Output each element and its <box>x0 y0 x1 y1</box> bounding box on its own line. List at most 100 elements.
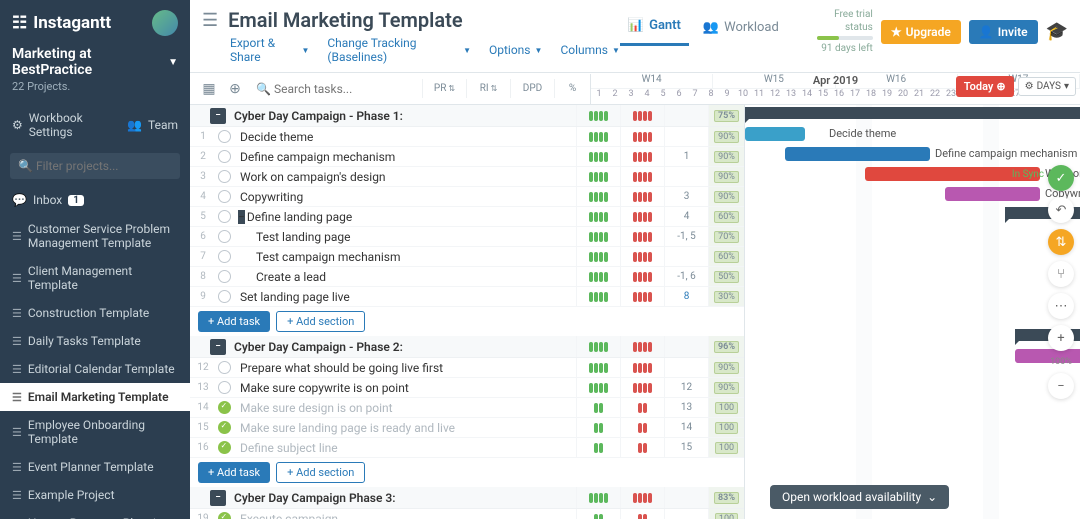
task-row[interactable]: 15Make sure landing page is ready and li… <box>190 418 744 438</box>
sidebar-item-project[interactable]: ☰Client Management Template <box>0 257 190 299</box>
sidebar-item-project[interactable]: ☰Employee Onboarding Template <box>0 411 190 453</box>
task-checkbox[interactable] <box>216 270 232 283</box>
task-row[interactable]: 12Prepare what should be going live firs… <box>190 358 744 378</box>
task-name: Make sure copywrite is on point <box>238 381 576 395</box>
task-name: Prepare what should be going live first <box>238 361 576 375</box>
sidebar-item-project[interactable]: ☰Daily Tasks Template <box>0 327 190 355</box>
gantt-bar[interactable] <box>785 147 930 161</box>
sync-ok-button[interactable]: ✓ <box>1048 165 1074 191</box>
task-row[interactable]: 16Define subject line15100 <box>190 438 744 458</box>
add-task-button[interactable]: + Add task <box>198 462 270 483</box>
action-columns[interactable]: Columns▼ <box>560 36 619 64</box>
section-header[interactable]: −Cyber Day Campaign Phase 3:83% <box>190 487 744 509</box>
task-checkbox[interactable] <box>216 421 232 434</box>
task-index: 8 <box>190 271 216 282</box>
sort-button[interactable]: ⇅ <box>1048 229 1074 255</box>
task-row[interactable]: 3Work on campaign's design90% <box>190 167 744 187</box>
gantt-bar[interactable] <box>945 187 1040 201</box>
zoom-out-button[interactable]: − <box>1048 373 1074 399</box>
upgrade-button[interactable]: ★ Upgrade <box>881 20 961 44</box>
team-link[interactable]: Team <box>148 118 178 132</box>
filter-projects-input[interactable] <box>10 153 180 179</box>
task-checkbox[interactable] <box>216 190 232 203</box>
task-row[interactable]: 4Copywriting390% <box>190 187 744 207</box>
task-checkbox[interactable] <box>216 441 232 454</box>
sidebar-item-project[interactable]: ☰Editorial Calendar Template <box>0 355 190 383</box>
column-header-dpd[interactable]: DPD <box>510 79 554 98</box>
task-row[interactable]: 19Execute campaign100 <box>190 509 744 519</box>
task-checkbox[interactable] <box>216 150 232 163</box>
chevron-down-icon: ▼ <box>463 46 471 55</box>
sidebar-item-project[interactable]: ☰Example Project <box>0 481 190 509</box>
task-row[interactable]: 14Make sure design is on point13100 <box>190 398 744 418</box>
gantt-chart[interactable]: Cyber Day Campaign - Phase 1:Decide them… <box>745 105 1080 519</box>
task-checkbox[interactable] <box>216 210 232 223</box>
task-row[interactable]: 1Decide theme90% <box>190 127 744 147</box>
gantt-bar[interactable] <box>745 127 805 141</box>
task-row[interactable]: 8Create a lead-1, 650% <box>190 267 744 287</box>
task-checkbox[interactable] <box>216 290 232 303</box>
task-row[interactable]: 2Define campaign mechanism190% <box>190 147 744 167</box>
list-icon: ☰ <box>12 335 22 348</box>
task-row[interactable]: 5−Define landing page460% <box>190 207 744 227</box>
task-checkbox[interactable] <box>216 230 232 243</box>
tab-gantt[interactable]: 📊 Gantt <box>620 14 689 46</box>
inbox-link[interactable]: 💬 Inbox 1 <box>0 185 190 215</box>
task-checkbox[interactable] <box>216 361 232 374</box>
undo-button[interactable]: ↶ <box>1048 197 1074 223</box>
tab-gantt-label: Gantt <box>649 18 681 33</box>
more-button[interactable]: ⋯ <box>1048 293 1074 319</box>
task-row[interactable]: 9Set landing page live830% <box>190 287 744 307</box>
sidebar-item-project[interactable]: ☰Event Planner Template <box>0 453 190 481</box>
graduation-icon[interactable]: 🎓 <box>1046 21 1068 42</box>
collapse-icon[interactable]: − <box>210 108 226 124</box>
today-button[interactable]: Today ⊕ <box>956 76 1014 97</box>
sidebar-item-project[interactable]: ☰Email Marketing Template <box>0 383 190 411</box>
column-header-pr[interactable]: PR⇅ <box>422 79 466 98</box>
task-index: 1 <box>190 131 216 142</box>
gantt-bar[interactable] <box>745 107 1080 119</box>
section-header[interactable]: −Cyber Day Campaign - Phase 1:75% <box>190 105 744 127</box>
day-label: 13 <box>783 89 799 104</box>
sidebar-item-project[interactable]: ☰Human Resource Planning Template <box>0 509 190 519</box>
sidebar-item-project[interactable]: ☰Construction Template <box>0 299 190 327</box>
action-export-share[interactable]: Export & Share▼ <box>230 36 309 64</box>
task-checkbox[interactable] <box>216 250 232 263</box>
action-change-tracking-baselines-[interactable]: Change Tracking (Baselines)▼ <box>327 36 471 64</box>
workbook-settings-link[interactable]: Workbook Settings <box>29 111 121 139</box>
task-row[interactable]: 13Make sure copywrite is on point1290% <box>190 378 744 398</box>
collapse-icon[interactable]: − <box>210 339 226 355</box>
add-task-button[interactable]: + Add task <box>198 311 270 332</box>
menu-icon[interactable]: ☰ <box>202 10 218 31</box>
avatar[interactable] <box>152 10 178 36</box>
branch-button[interactable]: ⑂ <box>1048 261 1074 287</box>
collapse-icon[interactable]: − <box>238 210 245 224</box>
action-options[interactable]: Options▼ <box>489 36 542 64</box>
task-checkbox[interactable] <box>216 512 232 519</box>
task-index: 5 <box>190 211 216 222</box>
sidebar-item-project[interactable]: ☰Customer Service Problem Management Tem… <box>0 215 190 257</box>
tab-workload[interactable]: 👥 Workload <box>695 14 787 46</box>
section-header[interactable]: −Cyber Day Campaign - Phase 2:96% <box>190 336 744 358</box>
add-icon[interactable]: ▦ <box>200 80 218 98</box>
workspace-selector[interactable]: Marketing at BestPractice ▼ <box>0 42 190 80</box>
task-row[interactable]: 7Test campaign mechanism60% <box>190 247 744 267</box>
zoom-in-button[interactable]: + <box>1048 325 1074 351</box>
task-name: Test landing page <box>238 230 576 244</box>
column-header-ri[interactable]: RI⇅ <box>466 79 510 98</box>
task-row[interactable]: 6Test landing page-1, 570% <box>190 227 744 247</box>
add-section-button[interactable]: + Add section <box>276 462 365 483</box>
search-tasks-input[interactable] <box>252 78 412 100</box>
column-header-%[interactable]: % <box>554 79 590 98</box>
workload-availability-button[interactable]: Open workload availability ⌄ <box>770 485 949 509</box>
collapse-icon[interactable]: − <box>210 490 226 506</box>
task-checkbox[interactable] <box>216 130 232 143</box>
days-zoom-button[interactable]: ⚙ DAYS ▾ <box>1018 77 1076 96</box>
task-checkbox[interactable] <box>216 401 232 414</box>
expand-icon[interactable]: ⊕ <box>226 80 244 98</box>
project-name: Employee Onboarding Template <box>28 418 178 446</box>
add-section-button[interactable]: + Add section <box>276 311 365 332</box>
task-checkbox[interactable] <box>216 170 232 183</box>
task-checkbox[interactable] <box>216 381 232 394</box>
invite-button[interactable]: 👤 Invite <box>969 20 1038 44</box>
